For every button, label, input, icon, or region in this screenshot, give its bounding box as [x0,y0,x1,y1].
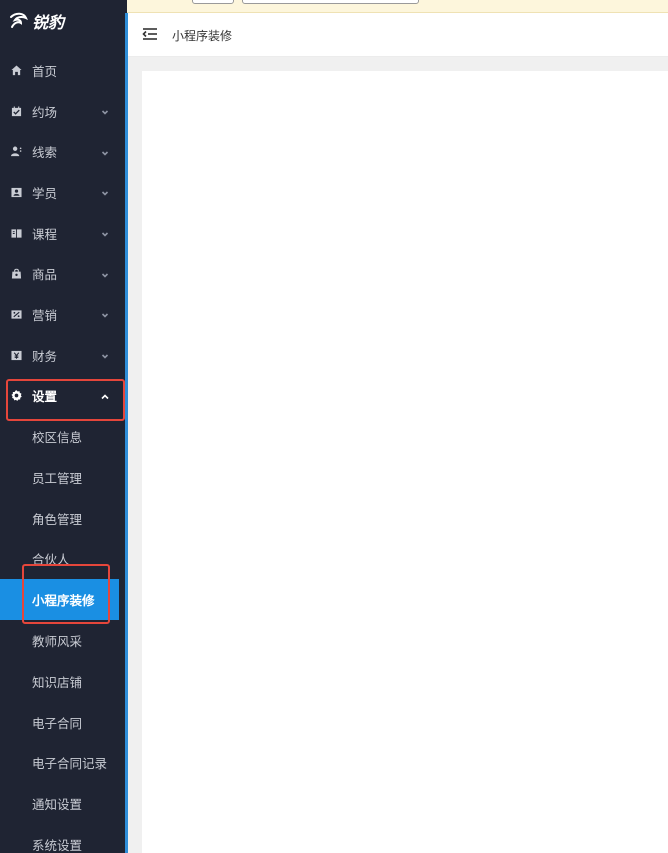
sidebar-item-label: 课程 [32,227,58,242]
sidebar-subitem-9[interactable]: 通知设置 [0,783,125,824]
calendar-check-icon [10,105,22,117]
brand-mark-icon [10,12,28,28]
user-clue-icon [10,146,22,158]
sidebar-subitem-label: 合伙人 [32,553,70,568]
sidebar-subitem-7[interactable]: 电子合同 [0,702,125,743]
sidebar-subitem-label: 教师风采 [32,635,83,650]
yuan-icon [10,349,22,361]
sidebar-item-label: 约场 [32,105,58,120]
shopping-bag-icon [10,268,22,280]
sidebar-item-4[interactable]: 课程 [0,213,125,254]
sidebar-subitem-6[interactable]: 知识店铺 [0,661,125,702]
sidebar-subitem-4[interactable]: 小程序装修 [0,579,119,621]
sidebar-subitem-3[interactable]: 合伙人 [0,539,125,580]
sidebar-item-7[interactable]: 财务 [0,335,125,376]
sidebar-subitem-label: 员工管理 [32,471,83,486]
sidebar-subitem-label: 校区信息 [32,431,83,446]
sidebar-item-label: 设置 [32,390,58,405]
chevron-down-icon [100,147,110,157]
sidebar-subitem-label: 通知设置 [32,798,83,813]
brand-name: 锐豹 [32,15,65,32]
sidebar-item-label: 首页 [32,64,58,79]
sidebar-subitem-0[interactable]: 校区信息 [0,416,125,457]
sidebar-subitem-label: 电子合同 [32,716,83,731]
sidebar-item-8[interactable]: 设置 [0,376,125,417]
chevron-down-icon [100,269,110,279]
sidebar-collapse-icon[interactable] [142,27,160,43]
book-icon [10,227,22,239]
chevron-up-icon [100,391,110,401]
sidebar-menu: 首页约场线索学员课程商品营销财务设置校区信息员工管理角色管理合伙人小程序装修教师… [0,50,125,853]
gear-icon [10,390,22,402]
breadcrumb: 小程序装修 [172,28,233,43]
sidebar-item-label: 营销 [32,308,58,323]
sidebar-subitem-label: 知识店铺 [32,675,83,690]
sidebar-subitem-label: 小程序装修 [32,594,95,609]
sidebar-subitem-1[interactable]: 员工管理 [0,457,125,498]
brand-logo[interactable]: 锐豹 [8,11,65,32]
chevron-down-icon [100,309,110,319]
sidebar-item-3[interactable]: 学员 [0,172,125,213]
sidebar-item-label: 线索 [32,146,58,161]
sidebar-subitem-label: 电子合同记录 [32,757,108,772]
sidebar: 锐豹 首页约场线索学员课程商品营销财务设置校区信息员工管理角色管理合伙人小程序装… [0,0,127,853]
chevron-down-icon [100,187,110,197]
chevron-down-icon [100,350,110,360]
sidebar-item-5[interactable]: 商品 [0,253,125,294]
sidebar-subitem-8[interactable]: 电子合同记录 [0,743,125,784]
sidebar-item-label: 学员 [32,186,58,201]
id-card-icon [10,186,22,198]
chevron-down-icon [100,228,110,238]
sidebar-item-0[interactable]: 首页 [0,50,125,91]
chevron-down-icon [100,106,110,116]
sidebar-subitem-5[interactable]: 教师风采 [0,620,125,661]
main-header: 小程序装修 [128,14,668,57]
sidebar-subitem-label: 系统设置 [32,839,83,853]
sidebar-item-2[interactable]: 线索 [0,131,125,172]
sidebar-item-6[interactable]: 营销 [0,294,125,335]
sidebar-subitem-10[interactable]: 系统设置 [0,824,125,853]
top-strip-field[interactable] [242,0,419,4]
sidebar-item-label: 财务 [32,349,58,364]
content-panel [142,71,668,853]
percent-icon [10,308,22,320]
sidebar-subitem-label: 角色管理 [32,512,83,527]
sidebar-item-1[interactable]: 约场 [0,91,125,132]
top-strip-button[interactable] [192,0,234,4]
sidebar-item-label: 商品 [32,268,58,283]
home-icon [10,64,22,76]
sidebar-subitem-2[interactable]: 角色管理 [0,498,125,539]
